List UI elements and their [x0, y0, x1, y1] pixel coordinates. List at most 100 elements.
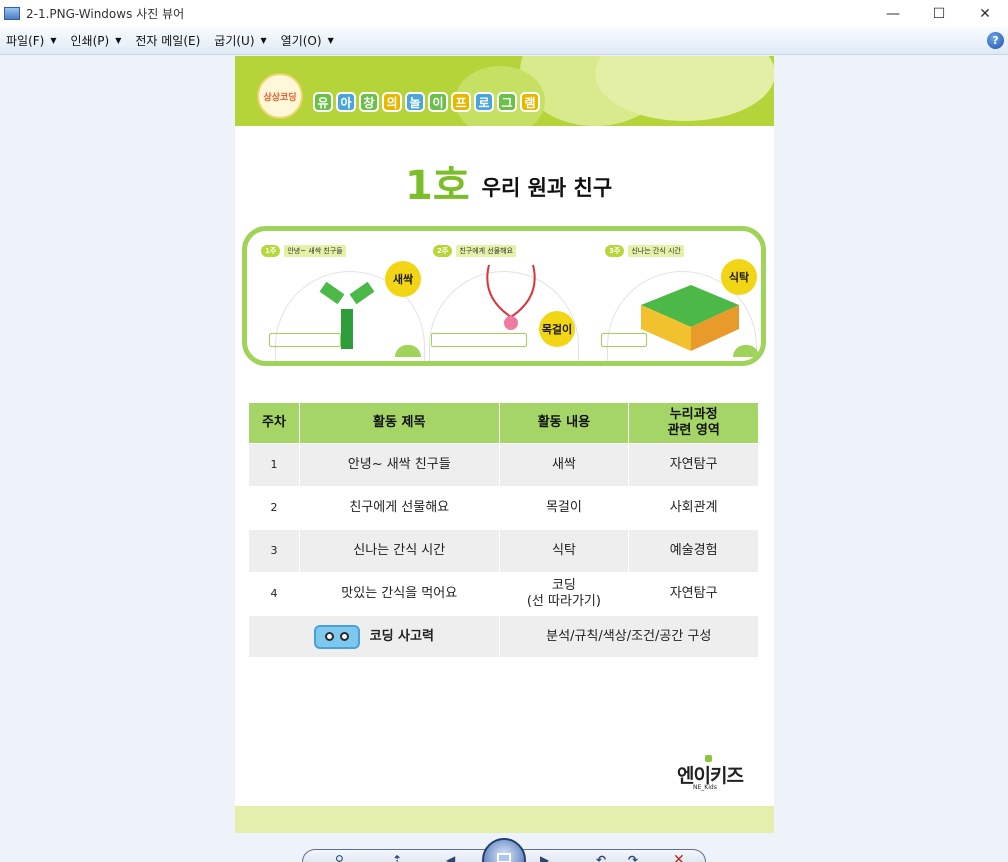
- week-badge: 1주: [261, 245, 281, 257]
- table-row: 1 안녕~ 새싹 친구들 새싹 자연탐구: [248, 443, 759, 487]
- menu-open[interactable]: 열기(O) ▼: [281, 32, 334, 49]
- table-cell-area: 사회관계: [628, 486, 759, 530]
- table-cell-area: 예술경험: [628, 529, 759, 573]
- weekly-activity-panel: 1주 안녕~ 새싹 친구들 새싹 2주 친구에게 선물해요 목걸이 3주 신나는…: [242, 226, 766, 366]
- menu-print[interactable]: 인쇄(P) ▼: [71, 32, 122, 49]
- program-title-char: 놀: [405, 92, 425, 112]
- window-title: 2-1.PNG-Windows 사진 뷰어: [26, 7, 185, 21]
- mini-tool-box: [269, 333, 341, 347]
- program-title: 유아창의놀이프로그램: [313, 92, 540, 112]
- table-cell-week: 3: [248, 529, 300, 573]
- program-logo: 상상코딩: [257, 73, 303, 119]
- document-image: 상상코딩 유아창의놀이프로그램 1호 우리 원과 친구 1주 안녕~ 새싹 친구들…: [235, 56, 774, 833]
- coding-label: 코딩 사고력: [249, 624, 499, 649]
- menu-email[interactable]: 전자 메일(E): [135, 32, 200, 49]
- table-header-title: 활동 제목: [298, 402, 500, 444]
- table-cell-title: 맛있는 간식을 먹어요: [298, 572, 500, 616]
- robot-icon: [313, 624, 360, 649]
- table-header-area: 누리과정 관련 영역: [628, 402, 759, 444]
- table-cell-week: 1: [248, 443, 300, 487]
- week-name: 안녕~ 새싹 친구들: [284, 245, 346, 257]
- document-footer-band: [235, 806, 774, 833]
- table-cell-title: 신나는 간식 시간: [298, 529, 500, 573]
- menu-open-label: 열기(O): [280, 34, 322, 48]
- necklace-image: [486, 264, 536, 330]
- brand-accent: [705, 755, 712, 762]
- week-card: 2주 친구에게 선물해요 목걸이: [419, 231, 591, 361]
- week-card: 1주 안녕~ 새싹 친구들 새싹: [247, 231, 425, 361]
- week-badge: 2주: [433, 245, 453, 257]
- window-controls: — ☐ ✕: [870, 0, 1008, 27]
- image-viewport: 상상코딩 유아창의놀이프로그램 1호 우리 원과 친구 1주 안녕~ 새싹 친구들…: [0, 56, 1008, 833]
- mini-tool-box: [431, 333, 527, 347]
- table-header-content: 활동 내용: [498, 402, 630, 444]
- menu-file-label: 파일(F): [6, 34, 45, 48]
- program-title-char: 유: [313, 92, 333, 112]
- table-cell-content: 식탁: [498, 529, 630, 573]
- program-title-char: 그: [497, 92, 517, 112]
- menu-burn[interactable]: 굽기(U) ▼: [214, 32, 266, 49]
- week-ribbon: 새싹: [385, 261, 421, 297]
- delete-icon[interactable]: ✕: [673, 852, 685, 862]
- table-row: 2 친구에게 선물해요 목걸이 사회관계: [248, 486, 759, 530]
- table-cell-title: 친구에게 선물해요: [298, 486, 500, 530]
- coding-value-cell: 분석/규칙/색상/조건/공간 구성: [498, 615, 760, 658]
- logo-text: 상상코딩: [263, 92, 297, 103]
- help-icon[interactable]: ?: [987, 32, 1004, 49]
- next-icon[interactable]: ▶: [540, 853, 549, 862]
- program-title-char: 로: [474, 92, 494, 112]
- episode-number: 1호: [405, 163, 470, 209]
- program-title-char: 프: [451, 92, 471, 112]
- table-cell-week: 4: [248, 572, 300, 616]
- week-ribbon: 목걸이: [539, 311, 575, 347]
- table-row: 4 맛있는 간식을 먹어요 코딩 (선 따라가기) 자연탐구: [248, 572, 759, 616]
- episode-title: 우리 원과 친구: [481, 176, 613, 200]
- menu-email-label: 전자 메일(E): [135, 34, 201, 48]
- table-cell-area: 자연탐구: [628, 572, 759, 616]
- chevron-down-icon: ▼: [260, 36, 267, 45]
- week-name: 친구에게 선물해요: [456, 245, 517, 257]
- rotate-right-icon[interactable]: ↷: [628, 853, 638, 862]
- week-label: 3주 신나는 간식 시간: [605, 245, 684, 257]
- week-label: 2주 친구에게 선물해요: [433, 245, 517, 257]
- week-name: 신나는 간식 시간: [628, 245, 684, 257]
- photo-viewer-app-icon: [4, 7, 20, 20]
- zoom-icon[interactable]: ⚲: [335, 853, 344, 862]
- table-header-week: 주차: [248, 402, 300, 444]
- week-card: 3주 신나는 간식 시간 식탁: [591, 231, 761, 361]
- coding-label-cell: 코딩 사고력: [248, 615, 500, 658]
- program-title-char: 이: [428, 92, 448, 112]
- table-cell-content: 새싹: [498, 443, 630, 487]
- fit-icon[interactable]: ⇡: [392, 853, 402, 862]
- table-cell-content: 목걸이: [498, 486, 630, 530]
- table-cell-title: 안녕~ 새싹 친구들: [298, 443, 500, 487]
- previous-icon[interactable]: ◀: [446, 853, 455, 862]
- window-titlebar: 2-1.PNG-Windows 사진 뷰어 — ☐ ✕: [0, 0, 1008, 27]
- coding-label-text: 코딩 사고력: [369, 628, 434, 644]
- program-title-char: 램: [520, 92, 540, 112]
- activity-table: 주차 활동 제목 활동 내용 누리과정 관련 영역 1 안녕~ 새싹 친구들 새…: [248, 402, 760, 658]
- close-icon[interactable]: ✕: [962, 0, 1008, 27]
- table-row: 3 신나는 간식 시간 식탁 예술경험: [248, 529, 759, 573]
- week-ribbon: 식탁: [721, 259, 757, 295]
- brand-sub-text: NE_Kids: [693, 784, 717, 791]
- program-title-char: 아: [336, 92, 356, 112]
- table-cell-week: 2: [248, 486, 300, 530]
- chevron-down-icon: ▼: [327, 36, 334, 45]
- table-cell-content: 코딩 (선 따라가기): [498, 572, 630, 616]
- maximize-icon[interactable]: ☐: [916, 0, 962, 27]
- menu-print-label: 인쇄(P): [70, 34, 110, 48]
- chevron-down-icon: ▼: [115, 36, 122, 45]
- coding-row: 코딩 사고력 분석/규칙/색상/조건/공간 구성: [248, 615, 760, 658]
- brand-logo: 엔이키즈 NE_Kids: [677, 755, 744, 791]
- episode-heading: 1호 우리 원과 친구: [405, 166, 612, 206]
- rotate-left-icon[interactable]: ↶: [596, 853, 606, 862]
- minimize-icon[interactable]: —: [870, 0, 916, 27]
- program-title-char: 창: [359, 92, 379, 112]
- week-badge: 3주: [605, 245, 625, 257]
- program-title-char: 의: [382, 92, 402, 112]
- menu-file[interactable]: 파일(F) ▼: [6, 32, 57, 49]
- week-label: 1주 안녕~ 새싹 친구들: [261, 245, 346, 257]
- menu-bar: 파일(F) ▼ 인쇄(P) ▼ 전자 메일(E) 굽기(U) ▼ 열기(O) ▼ ?: [0, 27, 1008, 55]
- menu-burn-label: 굽기(U): [214, 34, 255, 48]
